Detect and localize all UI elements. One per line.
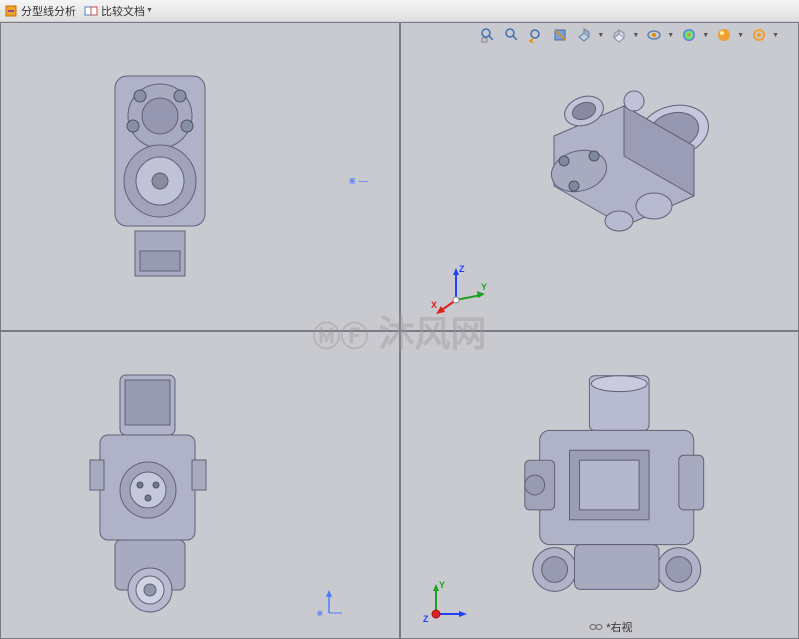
zoom-to-area-icon[interactable] [503, 26, 521, 44]
dropdown-arrow-icon[interactable]: ▼ [772, 32, 779, 39]
dropdown-arrow-icon[interactable]: ▼ [737, 32, 744, 39]
model-view-right [495, 382, 734, 597]
triad-right: Y Z [421, 576, 471, 626]
svg-text:Y: Y [481, 282, 487, 292]
dropdown-arrow-icon[interactable]: ▼ [597, 32, 604, 39]
dropdown-arrow-icon[interactable]: ▼ [702, 32, 709, 39]
model-view-side [31, 387, 270, 602]
compare-icon [84, 4, 98, 18]
dropdown-arrow-icon[interactable]: ▼ [632, 32, 639, 39]
view-label: *右视 [589, 619, 632, 635]
toolbar-item-label: 比较文档 [101, 3, 145, 19]
dropdown-arrow-icon: ▼ [146, 7, 153, 14]
triad-isometric: Z Y X [431, 260, 481, 310]
viewport-container: ▼ ▼ ▼ ▼ ▼ ▼ ⓂⒻ 沐风网 [0, 22, 799, 639]
top-toolbar: 分型线分析 比较文档 ▼ [0, 0, 799, 22]
display-style-icon[interactable] [610, 26, 628, 44]
dropdown-arrow-icon[interactable]: ▼ [667, 32, 674, 39]
plane-indicator: ⋇ [314, 588, 344, 618]
link-icon [589, 622, 603, 632]
model-view-front [41, 64, 280, 279]
view-settings-icon[interactable] [750, 26, 768, 44]
view-orientation-icon[interactable] [575, 26, 593, 44]
viewport-right[interactable]: Y Z *右视 [400, 331, 799, 639]
zoom-to-fit-icon[interactable] [479, 26, 497, 44]
section-view-icon[interactable] [551, 26, 569, 44]
compare-documents-button[interactable]: 比较文档 ▼ [84, 3, 153, 19]
hide-show-items-icon[interactable] [645, 26, 663, 44]
svg-text:X: X [431, 300, 437, 310]
heads-up-view-toolbar: ▼ ▼ ▼ ▼ ▼ ▼ [479, 26, 779, 44]
svg-text:Z: Z [423, 614, 429, 624]
apply-scene-icon[interactable] [715, 26, 733, 44]
parting-line-analysis-button[interactable]: 分型线分析 [4, 3, 76, 19]
svg-text:Y: Y [439, 580, 445, 590]
toolbar-item-label: 分型线分析 [21, 3, 76, 19]
viewport-side[interactable]: ⋇ [0, 331, 400, 639]
svg-text:Z: Z [459, 264, 465, 274]
edit-appearance-icon[interactable] [680, 26, 698, 44]
plane-indicator: ⋇— [348, 176, 368, 187]
quad-viewport: ⋇— [0, 22, 799, 639]
svg-text:⋇: ⋇ [316, 608, 324, 618]
viewport-front[interactable]: ⋇— [0, 22, 400, 331]
viewport-isometric[interactable]: Z Y X [400, 22, 799, 331]
previous-view-icon[interactable] [527, 26, 545, 44]
parting-line-icon [4, 4, 18, 18]
model-view-isometric [500, 49, 739, 264]
